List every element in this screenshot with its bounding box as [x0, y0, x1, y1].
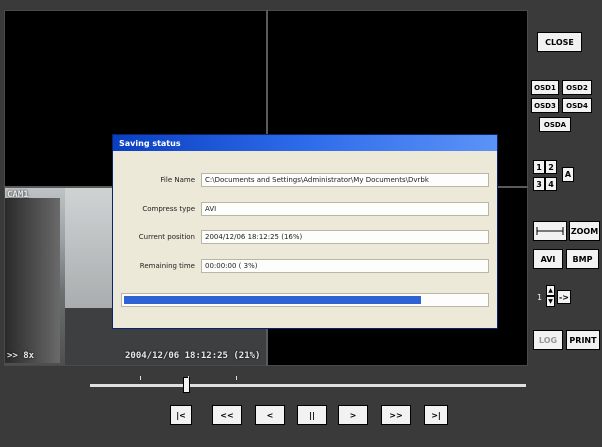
split-1-button[interactable]: 1: [533, 160, 545, 174]
file-name-label: File Name: [160, 176, 195, 184]
camera-label: CAM1: [7, 190, 29, 200]
remaining-time-field: 00:00:00 ( 3%): [201, 259, 489, 273]
osd2-button[interactable]: OSD2: [562, 80, 592, 95]
split-2-button[interactable]: 2: [545, 160, 557, 174]
split-all-button[interactable]: A: [562, 167, 574, 182]
arrow-up-icon: ▲: [548, 287, 553, 294]
bmp-button[interactable]: BMP: [566, 249, 599, 269]
camera-timestamp: 2004/12/06 18:12:25 (21%): [125, 351, 261, 361]
slider-tick: [188, 376, 189, 380]
playback-speed-label: >> 8x: [7, 351, 35, 361]
slider-tick: [236, 376, 237, 380]
remaining-time-label: Remaining time: [139, 262, 195, 270]
zoom-slider-button[interactable]: [533, 221, 567, 241]
arrow-down-icon: ▼: [548, 298, 553, 305]
osda-button[interactable]: OSDA: [539, 117, 571, 132]
save-progress-bar: [121, 293, 489, 307]
stepper-down-button[interactable]: ▼: [546, 296, 555, 307]
fast-forward-button[interactable]: >>: [381, 405, 411, 425]
current-position-field: 2004/12/06 18:12:25 (16%): [201, 230, 489, 244]
playback-slider-track[interactable]: [90, 384, 526, 387]
play-button[interactable]: >: [338, 405, 368, 425]
split-4-button[interactable]: 4: [545, 177, 557, 191]
print-button[interactable]: PRINT: [566, 330, 600, 350]
camera-image-door: [5, 198, 60, 363]
osd4-button[interactable]: OSD4: [562, 98, 592, 113]
rewind-button[interactable]: <: [255, 405, 285, 425]
skip-to-start-button[interactable]: |<: [170, 405, 192, 425]
current-position-label: Current position: [138, 233, 195, 241]
fast-rewind-button[interactable]: <<: [212, 405, 242, 425]
split-3-button[interactable]: 3: [533, 177, 545, 191]
saving-status-dialog: Saving status File Name C:\Documents and…: [112, 134, 498, 329]
dialog-titlebar[interactable]: Saving status: [113, 135, 497, 151]
slider-tick: [140, 376, 141, 380]
avi-button[interactable]: AVI: [533, 249, 563, 269]
log-button[interactable]: LOG: [533, 330, 563, 350]
stepper-go-button[interactable]: ->: [557, 290, 571, 304]
zoom-button[interactable]: ZOOM: [569, 221, 600, 241]
osd3-button[interactable]: OSD3: [531, 98, 559, 113]
pause-button[interactable]: ||: [297, 405, 327, 425]
dialog-title: Saving status: [119, 138, 181, 148]
save-progress-fill: [124, 296, 421, 304]
close-button[interactable]: CLOSE: [537, 32, 582, 52]
stepper-up-button[interactable]: ▲: [546, 285, 555, 296]
compress-type-label: Compress type: [142, 205, 195, 213]
osd1-button[interactable]: OSD1: [531, 80, 559, 95]
stepper-value: 1: [537, 293, 543, 302]
compress-type-field: AVI: [201, 202, 489, 216]
skip-to-end-button[interactable]: >|: [424, 405, 448, 425]
slider-icon: [536, 227, 564, 235]
file-name-field: C:\Documents and Settings\Administrator\…: [201, 173, 489, 187]
